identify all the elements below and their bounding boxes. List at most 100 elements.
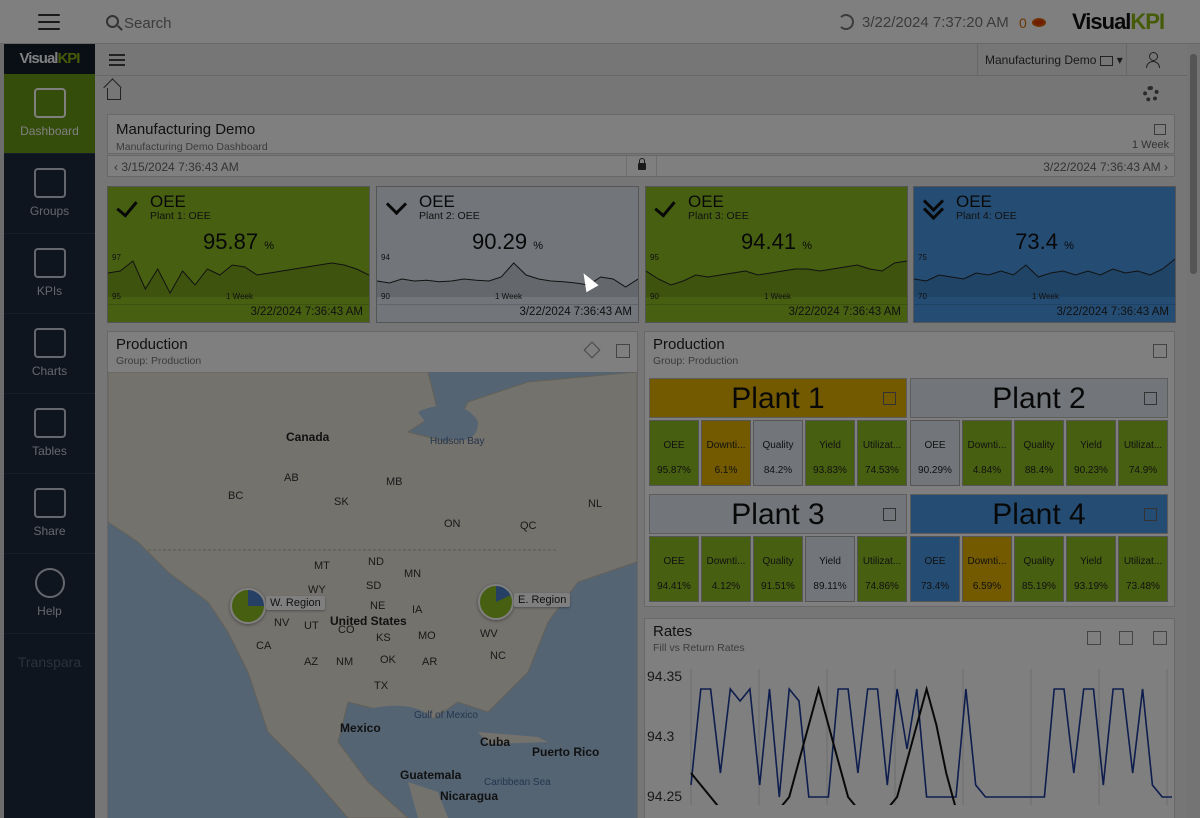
- kpi-tile-plant-1[interactable]: OEE Plant 1: OEE 95.87 % 97 95 1 Week 3/…: [107, 186, 370, 323]
- eye-icon[interactable]: [1032, 18, 1046, 27]
- kpi-bars-icon: [33, 248, 66, 278]
- range-end-button[interactable]: 3/22/2024 7:36:43 AM ›: [1043, 160, 1168, 174]
- calendar-icon[interactable]: [1154, 124, 1166, 135]
- plant-name[interactable]: Plant 1: [649, 378, 907, 418]
- metric-value: 74.9%: [1128, 465, 1158, 476]
- map-label: Caribbean Sea: [484, 777, 551, 788]
- sidebar-item-help[interactable]: Help: [4, 554, 95, 634]
- collapse-icon[interactable]: [883, 508, 896, 521]
- metric-value: 6.59%: [972, 581, 1002, 592]
- range-start-button[interactable]: ‹ 3/15/2024 7:36:43 AM: [114, 160, 239, 174]
- metric-cell[interactable]: Utilizat... 74.86%: [857, 536, 907, 602]
- metric-cell[interactable]: OEE 95.87%: [649, 420, 699, 486]
- metric-cell[interactable]: Quality 85.19%: [1014, 536, 1064, 602]
- expand-icon[interactable]: [616, 344, 630, 358]
- sidebar-item-share[interactable]: Share: [4, 474, 95, 554]
- layers-icon[interactable]: [583, 341, 601, 359]
- pan-icon[interactable]: [1087, 631, 1101, 645]
- expand-icon[interactable]: [1153, 631, 1167, 645]
- context-selector[interactable]: Manufacturing Demo ▾: [977, 44, 1127, 76]
- kpi-timestamp: 3/22/2024 7:36:43 AM: [250, 306, 363, 318]
- metric-cell[interactable]: Downti... 6.59%: [962, 536, 1012, 602]
- metric-value: 85.19%: [1022, 581, 1056, 592]
- metric-cell[interactable]: Downti... 6.1%: [701, 420, 751, 486]
- metric-cell[interactable]: Quality 84.2%: [753, 420, 803, 486]
- region-pie-marker[interactable]: [230, 588, 266, 624]
- sidebar-item-label: KPIs: [36, 284, 63, 298]
- metric-cell[interactable]: Utilizat... 74.53%: [857, 420, 907, 486]
- map-label: NV: [274, 617, 290, 629]
- sparkline-ymin: 95: [112, 292, 121, 301]
- map-label: AR: [422, 656, 438, 668]
- region-label[interactable]: E. Region: [514, 593, 571, 607]
- period-label[interactable]: 1 Week: [1132, 139, 1169, 151]
- widget-title: Rates: [653, 623, 693, 640]
- map-widget: Production Group: Production Canada Hudso…: [107, 331, 638, 818]
- home-icon[interactable]: [107, 88, 121, 100]
- sidebar-item-tables[interactable]: Tables: [4, 394, 95, 474]
- metric-value: 4.12%: [711, 581, 741, 592]
- collapse-icon[interactable]: [883, 392, 896, 405]
- status-check-icon: [656, 197, 676, 217]
- sidebar-item-kpis[interactable]: KPIs: [4, 234, 95, 314]
- alert-count[interactable]: 0: [1019, 15, 1027, 31]
- map-label: Guatemala: [400, 768, 462, 782]
- rates-line-chart[interactable]: 94.35 94.3 94.25: [645, 669, 1174, 805]
- refresh-icon[interactable]: [838, 14, 854, 30]
- sort-icon[interactable]: [109, 54, 125, 66]
- plant-name[interactable]: Plant 3: [649, 494, 907, 534]
- plant-group[interactable]: Plant 1 OEE 95.87% Downti... 6.1% Quality 84.2…: [649, 378, 907, 490]
- search-icon: [106, 15, 119, 28]
- sidebar-logo: VisualKPI: [4, 44, 95, 74]
- kpi-subtitle: Plant 2: OEE: [419, 210, 480, 222]
- metric-cell[interactable]: Yield 89.11%: [805, 536, 855, 602]
- metric-cell[interactable]: OEE 90.29%: [910, 420, 960, 486]
- metric-value: 73.4%: [920, 581, 950, 592]
- zoom-area-icon[interactable]: [1119, 631, 1133, 645]
- metric-cell[interactable]: OEE 73.4%: [910, 536, 960, 602]
- plant-group[interactable]: Plant 3 OEE 94.41% Downti... 4.12% Quality 91.…: [649, 494, 907, 606]
- collapse-icon[interactable]: [1144, 392, 1157, 405]
- user-icon[interactable]: [1145, 52, 1161, 68]
- collapse-icon[interactable]: [1144, 508, 1157, 521]
- lock-icon[interactable]: [638, 158, 646, 170]
- search-input[interactable]: [124, 12, 424, 34]
- metric-name: OEE: [663, 440, 685, 451]
- kpi-tile-plant-2[interactable]: OEE Plant 2: OEE 90.29 % 94 90 1 Week 3/…: [376, 186, 639, 323]
- sparkline-ymax: 75: [918, 253, 927, 262]
- metric-value: 84.2%: [763, 465, 793, 476]
- scrollbar-thumb[interactable]: [1190, 54, 1197, 274]
- region-map[interactable]: Canada Hudson Bay United States Mexico Gulf …: [108, 372, 637, 818]
- metric-cell[interactable]: Yield 93.83%: [805, 420, 855, 486]
- metric-value: 95.87%: [657, 465, 691, 476]
- sparkline-xlabel: 1 Week: [226, 292, 253, 301]
- sidebar-item-groups[interactable]: Groups: [4, 154, 95, 234]
- hamburger-menu-icon[interactable]: [38, 14, 60, 30]
- metric-name: Yield: [819, 556, 841, 567]
- metric-cell[interactable]: Downti... 4.12%: [701, 536, 751, 602]
- plant-name[interactable]: Plant 4: [910, 494, 1168, 534]
- folder-icon: [33, 168, 66, 198]
- metric-cell[interactable]: Yield 93.19%: [1066, 536, 1116, 602]
- page-scrollbar[interactable]: [1187, 44, 1200, 818]
- metric-cell[interactable]: OEE 94.41%: [649, 536, 699, 602]
- metric-cell[interactable]: Utilizat... 74.9%: [1118, 420, 1168, 486]
- metric-cell[interactable]: Yield 90.23%: [1066, 420, 1116, 486]
- kpi-name: OEE: [150, 192, 186, 211]
- widget-subtitle: Group: Production: [116, 355, 202, 367]
- plant-group[interactable]: Plant 4 OEE 73.4% Downti... 6.59% Quality 85.1…: [910, 494, 1168, 606]
- gear-icon[interactable]: [1143, 86, 1159, 102]
- region-label[interactable]: W. Region: [266, 596, 325, 610]
- sidebar-item-charts[interactable]: Charts: [4, 314, 95, 394]
- metric-cell[interactable]: Quality 88.4%: [1014, 420, 1064, 486]
- metric-cell[interactable]: Downti... 4.84%: [962, 420, 1012, 486]
- kpi-tile-plant-3[interactable]: OEE Plant 3: OEE 94.41 % 95 90 1 Week 3/…: [645, 186, 908, 323]
- plant-name[interactable]: Plant 2: [910, 378, 1168, 418]
- sidebar-item-dashboard[interactable]: Dashboard: [4, 74, 95, 154]
- metric-cell[interactable]: Utilizat... 73.48%: [1118, 536, 1168, 602]
- metric-cell[interactable]: Quality 91.51%: [753, 536, 803, 602]
- region-pie-marker[interactable]: [478, 584, 514, 620]
- plant-group[interactable]: Plant 2 OEE 90.29% Downti... 4.84% Quality 88.…: [910, 378, 1168, 490]
- kpi-tile-plant-4[interactable]: OEE Plant 4: OEE 73.4 % 75 70 1 Week 3/2…: [913, 186, 1176, 323]
- expand-icon[interactable]: [1153, 344, 1167, 358]
